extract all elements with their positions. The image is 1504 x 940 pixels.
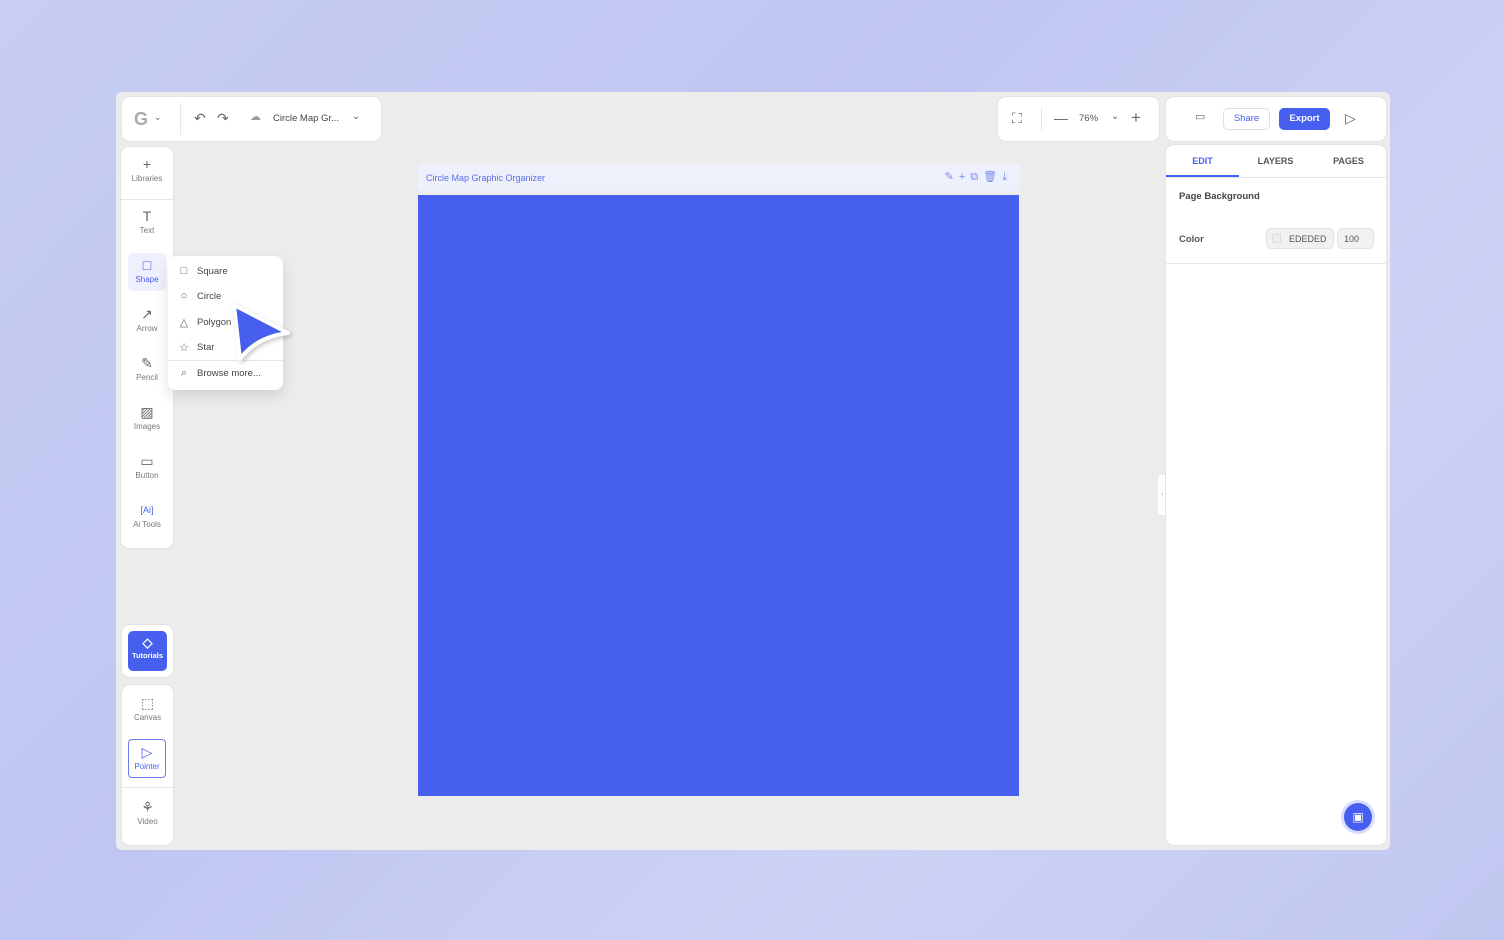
zoom-level[interactable]: 76% (1079, 113, 1098, 124)
page-header: Circle Map Graphic Organizer ✎+⧉🗑⤓ (418, 164, 1020, 191)
square-icon: □ (128, 257, 166, 273)
opacity-field[interactable]: 100 (1337, 228, 1374, 249)
duplicate-icon[interactable]: ⧉ (970, 171, 983, 183)
sidebar-item-libraries[interactable]: +Libraries (121, 156, 173, 183)
page-title[interactable]: Circle Map Graphic Organizer (426, 173, 545, 183)
logo-icon[interactable]: G (134, 110, 148, 128)
image-icon: ▨ (121, 404, 173, 420)
pointer-button[interactable]: ▷Pointer (128, 739, 166, 778)
tab-edit[interactable]: EDIT (1166, 145, 1239, 177)
circle-icon: ○ (178, 290, 190, 302)
divider (1166, 263, 1386, 264)
export-button[interactable]: Export (1279, 108, 1330, 130)
fit-screen-icon[interactable]: ⛶ (1012, 111, 1022, 125)
add-page-icon[interactable]: + (959, 171, 970, 183)
bottom-tools: ⬚Canvas ▷Pointer ⚘Video (122, 685, 173, 845)
tab-layers[interactable]: LAYERS (1239, 145, 1312, 177)
sidebar-item-images[interactable]: ▨Images (121, 404, 173, 431)
tab-pages[interactable]: PAGES (1312, 145, 1385, 177)
zoom-out-icon[interactable]: — (1054, 111, 1068, 125)
cursor-icon (226, 297, 296, 367)
search-icon: ⌕ (178, 367, 190, 380)
cloud-icon: ☁ (250, 112, 261, 123)
pointer-icon: ▷ (129, 744, 165, 760)
editor-window: G ⌄ ↶ ↷ ☁ Circle Map Gr... ⌄ ⛶ — 76% ⌄ +… (116, 92, 1390, 850)
color-field[interactable]: EDEDED (1266, 228, 1334, 249)
sidebar-item-ai-tools[interactable]: [Ai]Ai Tools (121, 502, 173, 529)
chevron-down-icon[interactable]: ⌄ (1111, 112, 1119, 122)
tool-sidebar: +Libraries TText □Shape ↗Arrow ✎Pencil ▨… (121, 147, 173, 548)
comment-icon[interactable]: ▭ (1195, 112, 1205, 123)
chevron-down-icon[interactable]: ⌄ (154, 113, 162, 122)
edit-icon[interactable]: ✎ (945, 171, 959, 183)
page-canvas[interactable] (418, 195, 1019, 796)
color-label: Color (1179, 234, 1204, 245)
panel-collapse-handle[interactable]: › (1158, 475, 1166, 515)
divider (122, 787, 173, 788)
sidebar-item-shape[interactable]: □Shape (128, 253, 166, 291)
play-icon[interactable]: ▷ (1345, 111, 1356, 125)
tutorials-button[interactable]: ◇ Tutorials (128, 631, 167, 671)
sidebar-item-button[interactable]: ▭Button (121, 453, 173, 480)
plus-icon: + (121, 156, 173, 172)
arrow-icon: ↗ (121, 306, 173, 322)
top-left-toolbar: G ⌄ ↶ ↷ ☁ Circle Map Gr... ⌄ (122, 97, 381, 141)
properties-panel: EDIT LAYERS PAGES Page Background Color … (1166, 145, 1386, 845)
divider (1166, 177, 1386, 178)
chat-icon: ▣ (1352, 810, 1363, 824)
menu-item-square[interactable]: □Square (168, 259, 283, 283)
tutorials-card: ◇ Tutorials (122, 625, 173, 677)
divider (1041, 107, 1042, 131)
undo-icon[interactable]: ↶ (194, 111, 206, 125)
color-swatch[interactable] (1272, 234, 1281, 243)
sidebar-item-text[interactable]: TText (121, 208, 173, 235)
project-title[interactable]: Circle Map Gr... (273, 113, 339, 124)
redo-icon[interactable]: ↷ (217, 111, 229, 125)
ai-icon: [Ai] (121, 502, 173, 518)
sidebar-item-arrow[interactable]: ↗Arrow (121, 306, 173, 333)
divider (180, 103, 181, 135)
divider (121, 199, 173, 200)
triangle-icon: △ (178, 316, 190, 329)
zoom-in-icon[interactable]: + (1131, 109, 1141, 126)
star-icon: ☆ (178, 341, 190, 354)
button-icon: ▭ (121, 453, 173, 469)
zoom-toolbar: ⛶ — 76% ⌄ + (998, 97, 1159, 141)
video-button[interactable]: ⚘Video (122, 799, 173, 826)
section-title: Page Background (1179, 191, 1260, 202)
pencil-icon: ✎ (121, 355, 173, 371)
download-icon[interactable]: ⤓ (1002, 171, 1012, 183)
sidebar-item-pencil[interactable]: ✎Pencil (121, 355, 173, 382)
trash-icon[interactable]: 🗑 (983, 171, 1002, 183)
canvas-icon: ⬚ (122, 695, 173, 711)
text-icon: T (121, 208, 173, 224)
video-icon: ⚘ (122, 799, 173, 815)
canvas-button[interactable]: ⬚Canvas (122, 695, 173, 722)
graduation-cap-icon: ◇ (128, 635, 167, 651)
chat-support-button[interactable]: ▣ (1344, 803, 1372, 831)
chevron-down-icon[interactable]: ⌄ (352, 112, 360, 122)
square-icon: □ (178, 265, 190, 277)
share-button[interactable]: Share (1223, 108, 1270, 130)
top-right-toolbar: ▭ Share Export ▷ (1166, 97, 1386, 141)
